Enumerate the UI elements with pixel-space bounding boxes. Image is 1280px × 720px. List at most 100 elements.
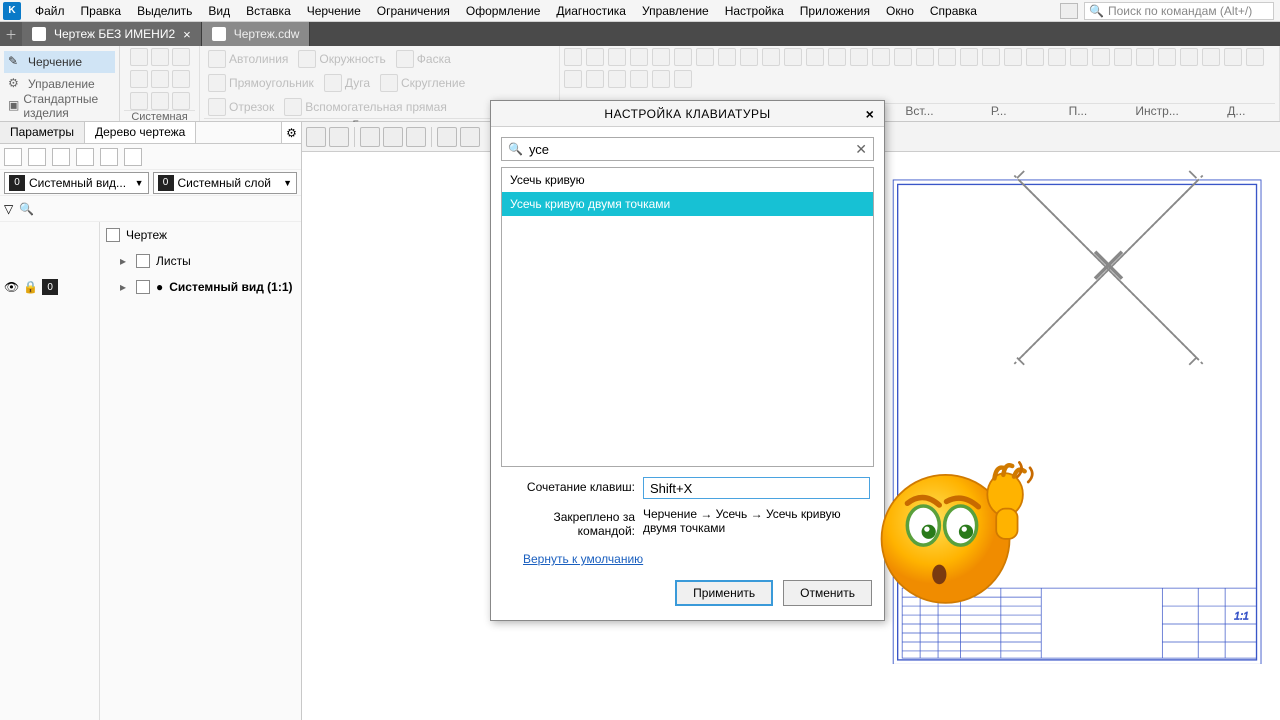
result-item-1[interactable]: Усечь кривую двумя точками [502, 192, 873, 216]
tool-icon[interactable] [564, 48, 582, 66]
tool-icon[interactable] [806, 48, 824, 66]
doc-tab-1[interactable]: Чертеж БЕЗ ИМЕНИ2 × [22, 22, 202, 46]
snap-icon[interactable] [329, 127, 349, 147]
menu-edit[interactable]: Правка [73, 1, 130, 21]
view-combo[interactable]: 0 Системный вид... ▼ [4, 172, 149, 194]
shortcut-input[interactable] [643, 477, 870, 499]
mode-standard[interactable]: ▣Стандартные изделия [4, 95, 115, 117]
props-icon[interactable] [172, 92, 190, 110]
tool-arc[interactable]: Дуга [320, 72, 374, 94]
tool-icon[interactable] [630, 70, 648, 88]
tool-icon[interactable] [1026, 48, 1044, 66]
pan-icon[interactable] [383, 127, 403, 147]
tool-autoline[interactable]: Автолиния [204, 48, 292, 70]
tool-icon[interactable] [1180, 48, 1198, 66]
menu-addons[interactable]: Приложения [792, 1, 878, 21]
close-icon[interactable]: × [183, 27, 191, 42]
tool-icon[interactable] [762, 48, 780, 66]
funnel-icon[interactable]: ▽ [4, 202, 13, 216]
tool-icon[interactable] [652, 48, 670, 66]
doc-tab-2[interactable]: Чертеж.cdw [202, 22, 311, 46]
tool-icon[interactable] [872, 48, 890, 66]
tool-icon[interactable] [894, 48, 912, 66]
menu-view[interactable]: Вид [200, 1, 238, 21]
tool-icon[interactable] [1224, 48, 1242, 66]
tool-icon[interactable] [696, 48, 714, 66]
menu-draw[interactable]: Черчение [299, 1, 369, 21]
menu-manage[interactable]: Управление [634, 1, 717, 21]
tool-icon[interactable] [586, 48, 604, 66]
add-tab-button[interactable]: ＋ [0, 22, 22, 46]
menu-settings[interactable]: Настройка [717, 1, 792, 21]
tool-icon[interactable] [784, 48, 802, 66]
tool-icon[interactable] [674, 48, 692, 66]
clear-icon[interactable]: ✕ [855, 141, 867, 158]
visibility-icon[interactable]: 👁 [4, 280, 19, 294]
tool-segment[interactable]: Отрезок [204, 96, 278, 118]
lock-icon[interactable]: 🔒 [23, 280, 38, 294]
tool-icon[interactable] [1092, 48, 1110, 66]
tree-root[interactable]: Чертеж [100, 222, 301, 248]
tool-icon[interactable] [1158, 48, 1176, 66]
tool-icon[interactable] [1114, 48, 1132, 66]
apply-button[interactable]: Применить [675, 580, 773, 606]
print-icon[interactable] [130, 70, 148, 88]
tool-icon[interactable] [1136, 48, 1154, 66]
tree-sysview[interactable]: ▸ ● Системный вид (1:1) [100, 274, 301, 300]
copy-icon[interactable] [130, 92, 148, 110]
tool-icon[interactable] [586, 70, 604, 88]
refresh-icon[interactable] [76, 148, 94, 166]
command-search[interactable]: 🔍 Поиск по командам (Alt+/) [1084, 2, 1274, 20]
result-item-0[interactable]: Усечь кривую [502, 168, 873, 192]
tool-icon[interactable] [630, 48, 648, 66]
tool-icon[interactable] [960, 48, 978, 66]
tool-icon[interactable] [1070, 48, 1088, 66]
tool-icon[interactable] [938, 48, 956, 66]
tool-fillet[interactable]: Скругление [376, 72, 469, 94]
tool-icon[interactable] [564, 70, 582, 88]
expand-icon[interactable]: ▸ [120, 280, 130, 294]
mode-draw[interactable]: ✎Черчение [4, 51, 115, 73]
tool-icon[interactable] [718, 48, 736, 66]
list-icon[interactable] [100, 148, 118, 166]
menu-file[interactable]: Файл [27, 1, 73, 21]
zoom-icon[interactable] [360, 127, 380, 147]
save-icon[interactable] [172, 48, 190, 66]
menu-select[interactable]: Выделить [129, 1, 200, 21]
view-icon[interactable] [437, 127, 457, 147]
tool-icon[interactable] [1246, 48, 1264, 66]
tree-sheets[interactable]: ▸ Листы [100, 248, 301, 274]
fit-icon[interactable] [406, 127, 426, 147]
menu-constraints[interactable]: Ограничения [369, 1, 458, 21]
panel-settings-button[interactable]: ⚙ [281, 122, 301, 143]
new-icon[interactable] [130, 48, 148, 66]
redo-icon[interactable] [172, 70, 190, 88]
dialog-search[interactable]: 🔍 ✕ [501, 137, 874, 161]
tool-rect[interactable]: Прямоугольник [204, 72, 318, 94]
menu-help[interactable]: Справка [922, 1, 985, 21]
tool-icon[interactable] [1004, 48, 1022, 66]
tool-icon[interactable] [1202, 48, 1220, 66]
dialog-results-list[interactable]: Усечь кривую Усечь кривую двумя точками [501, 167, 874, 467]
layer-combo[interactable]: 0 Системный слой ▼ [153, 172, 298, 194]
tab-parameters[interactable]: Параметры [0, 122, 85, 143]
expand-icon[interactable]: ▸ [120, 254, 130, 268]
tab-tree[interactable]: Дерево чертежа [85, 122, 196, 143]
grid-icon[interactable] [306, 127, 326, 147]
expand-icon[interactable] [28, 148, 46, 166]
tool-icon[interactable] [674, 70, 692, 88]
tool-icon[interactable] [1048, 48, 1066, 66]
tool-icon[interactable] [608, 48, 626, 66]
tool-icon[interactable] [608, 70, 626, 88]
tool-icon[interactable] [916, 48, 934, 66]
tool-icon[interactable] [828, 48, 846, 66]
paste-icon[interactable] [151, 92, 169, 110]
search-icon[interactable]: 🔍 [19, 202, 34, 216]
menu-diag[interactable]: Диагностика [548, 1, 634, 21]
reset-link[interactable]: Вернуть к умолчанию [523, 552, 870, 566]
collapse-icon[interactable] [4, 148, 22, 166]
dialog-close-button[interactable]: × [860, 104, 880, 124]
dialog-search-input[interactable] [529, 142, 867, 157]
menu-insert[interactable]: Вставка [238, 1, 299, 21]
window-control-icon[interactable] [1060, 3, 1078, 19]
